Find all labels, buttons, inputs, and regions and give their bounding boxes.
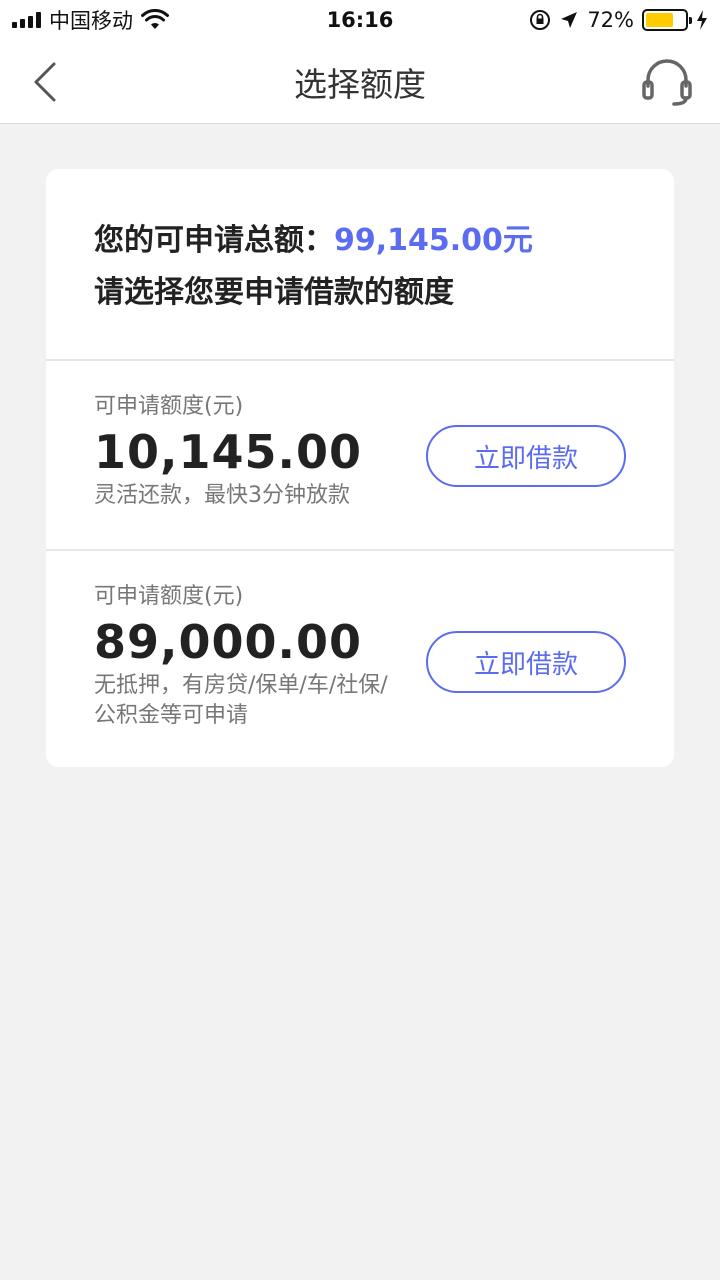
battery-icon [642, 9, 692, 31]
borrow-now-button[interactable]: 立即借款 [426, 425, 626, 487]
total-quota-line: 您的可申请总额：99,145.00元 [94, 219, 626, 263]
nav-bar: 选择额度 [0, 40, 720, 124]
quota-option-label: 可申请额度(元) [94, 394, 244, 419]
quota-summary: 您的可申请总额：99,145.00元 请选择您要申请借款的额度 [46, 169, 674, 361]
battery-level [646, 13, 674, 27]
headset-icon [642, 59, 692, 106]
location-arrow-icon [561, 12, 578, 28]
quota-option: 可申请额度(元) 89,000.00 无抵押，有房贷/保单/车/社保/公积金等可… [46, 549, 674, 767]
wifi-icon [141, 9, 169, 29]
status-bar: 中国移动 16:16 72% [0, 0, 720, 40]
back-button[interactable] [26, 58, 66, 106]
page-title: 选择额度 [294, 64, 426, 104]
carrier-label: 中国移动 [49, 9, 133, 33]
chevron-left-icon [34, 62, 56, 102]
status-right: 72% [529, 8, 708, 32]
charging-bolt-icon [697, 10, 707, 30]
borrow-now-button[interactable]: 立即借款 [426, 631, 626, 693]
quota-option-description: 无抵押，有房贷/保单/车/社保/公积金等可申请 [94, 673, 388, 728]
quota-option-label: 可申请额度(元) [94, 584, 244, 609]
quota-card: 您的可申请总额：99,145.00元 请选择您要申请借款的额度 可申请额度(元)… [46, 169, 674, 767]
signal-icon [12, 12, 41, 28]
quota-option: 可申请额度(元) 10,145.00 灵活还款，最快3分钟放款 立即借款 [46, 361, 674, 549]
rotation-lock-icon [530, 10, 551, 30]
total-quota-label: 您的可申请总额： [94, 223, 334, 258]
quota-option-description: 灵活还款，最快3分钟放款 [94, 483, 350, 508]
total-quota-amount: 99,145.00元 [334, 223, 533, 258]
status-left: 中国移动 [12, 5, 169, 35]
battery-percent: 72% [587, 8, 634, 32]
select-instruction: 请选择您要申请借款的额度 [94, 275, 454, 310]
customer-service-button[interactable] [640, 56, 694, 108]
